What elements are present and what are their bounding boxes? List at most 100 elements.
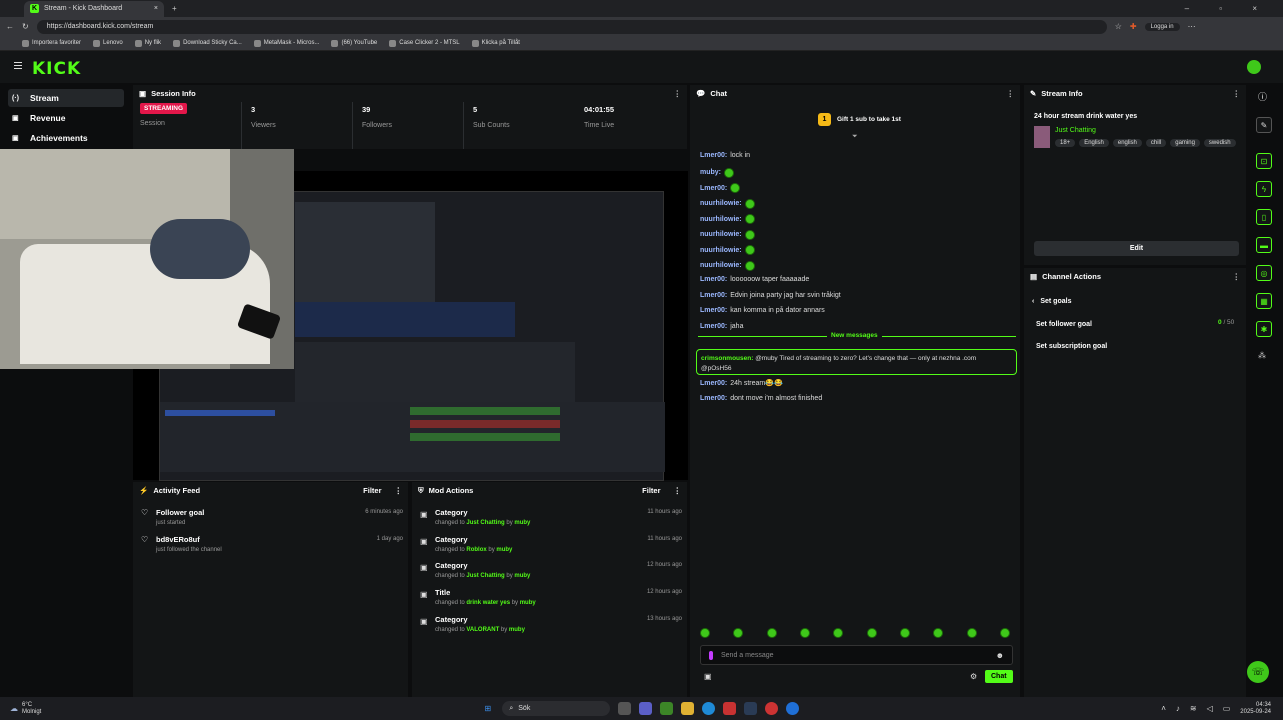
mod-user[interactable]: muby	[509, 627, 525, 633]
activity-menu-icon[interactable]: ⋮	[395, 486, 403, 495]
new-tab-icon[interactable]: +	[172, 4, 177, 13]
browser-tab[interactable]: K Stream - Kick Dashboard ×	[24, 0, 164, 17]
emote-icon[interactable]	[833, 628, 844, 638]
settings-icon[interactable]: ⚙	[970, 672, 977, 681]
mod-user[interactable]: muby	[520, 600, 536, 606]
avatar[interactable]	[1247, 60, 1261, 74]
window-controls[interactable]: – ▫ ×	[1185, 4, 1271, 13]
chat-menu-icon[interactable]: ⋮	[1007, 89, 1015, 98]
volume-icon[interactable]: ◁	[1207, 704, 1213, 713]
set-follower-goal[interactable]: Set follower goal	[1036, 321, 1092, 328]
emote-icon[interactable]	[700, 628, 710, 638]
taskbar-search[interactable]: ⌕ Sök	[502, 701, 611, 716]
mod-value[interactable]: VALORANT	[466, 627, 499, 633]
wifi-icon[interactable]: ≋	[1190, 704, 1197, 713]
xbox-icon[interactable]	[660, 702, 674, 715]
mod-menu-icon[interactable]: ⋮	[674, 486, 682, 495]
info-icon[interactable]: ⓘ	[1258, 90, 1267, 103]
kick-logo[interactable]: KICK	[32, 59, 81, 79]
chat-username[interactable]: Lmer00:	[700, 276, 727, 283]
scroll-down-icon[interactable]: ⏷	[852, 133, 858, 141]
windows-start-icon[interactable]: ⊞	[481, 702, 494, 715]
broadcast-rail-icon[interactable]: ◎	[1256, 265, 1272, 281]
mod-value[interactable]: Just Chatting	[466, 573, 504, 579]
stream-info-menu-icon[interactable]: ⋮	[1233, 89, 1241, 98]
extension-icon[interactable]: ✚	[1130, 22, 1137, 31]
emote-icon[interactable]	[933, 628, 944, 638]
chat-username[interactable]: Lmer00:	[700, 395, 727, 402]
emote-icon[interactable]	[966, 628, 977, 638]
close-tab-icon[interactable]: ×	[154, 5, 158, 12]
mod-filter-button[interactable]: Filter	[642, 486, 660, 495]
chat-username[interactable]: muby:	[700, 169, 721, 176]
mod-user[interactable]: muby	[514, 520, 530, 526]
folder-icon[interactable]	[681, 702, 695, 715]
wrench-rail-icon[interactable]: ✱	[1256, 321, 1272, 337]
back-icon[interactable]: ←	[6, 22, 14, 31]
app-icon[interactable]	[786, 702, 800, 715]
tag-pill[interactable]: swedish	[1203, 139, 1236, 147]
set-goals-back[interactable]: ‹ Set goals	[1032, 298, 1071, 305]
chrome-icon[interactable]	[765, 702, 779, 715]
chat-username[interactable]: Lmer00:	[700, 152, 727, 159]
edit-button[interactable]: Edit	[1034, 241, 1239, 256]
mod-value[interactable]: drink water yes	[466, 600, 510, 606]
bookmark-item[interactable]: MetaMask - Micros...	[253, 39, 319, 47]
chat-username[interactable]: nuurhilowie:	[700, 200, 742, 207]
battery-icon[interactable]: ▭	[1223, 704, 1231, 713]
login-button[interactable]: Logga in	[1144, 22, 1180, 31]
scene-rail-icon[interactable]: ⊡	[1256, 153, 1272, 169]
set-subscription-goal[interactable]: Set subscription goal	[1036, 343, 1107, 350]
star-icon[interactable]: ☆	[1115, 22, 1122, 31]
chat-username[interactable]: nuurhilowie:	[700, 231, 742, 238]
bookmark-item[interactable]: Case Clicker 2 - MTSL	[389, 39, 460, 47]
activity-filter-button[interactable]: Filter	[363, 486, 381, 495]
chat-username[interactable]: nuurhilowie:	[700, 247, 742, 254]
mod-user[interactable]: muby	[496, 547, 512, 553]
chat-username[interactable]: Lmer00:	[700, 292, 727, 299]
sidebar-item-revenue[interactable]: ▣ Revenue	[8, 109, 124, 127]
task-view-icon[interactable]	[618, 702, 632, 715]
emote-icon[interactable]	[766, 628, 777, 638]
mod-user[interactable]: muby	[514, 573, 530, 579]
emoji-icon[interactable]: ☻	[996, 651, 1004, 660]
edit-rail-icon[interactable]: ✎	[1256, 117, 1272, 133]
edge-icon[interactable]	[702, 702, 716, 715]
page-rail-icon[interactable]: ▯	[1256, 209, 1272, 225]
obs-app-icon[interactable]	[744, 702, 758, 715]
channel-actions-menu-icon[interactable]: ⋮	[1233, 272, 1241, 281]
chat-username[interactable]: Lmer00:	[700, 323, 727, 330]
chat-rail-icon[interactable]: ▬	[1256, 237, 1272, 253]
reload-icon[interactable]: ↻	[22, 22, 29, 31]
teams-icon[interactable]	[639, 702, 653, 715]
tag-pill[interactable]: gaming	[1170, 139, 1200, 147]
tag-pill[interactable]: english	[1112, 139, 1142, 147]
layout-rail-icon[interactable]: ▦	[1256, 293, 1272, 309]
emote-icon[interactable]	[899, 628, 910, 638]
lightning-rail-icon[interactable]: ϟ	[1256, 181, 1272, 197]
send-chat-button[interactable]: Chat	[985, 670, 1013, 683]
emote-icon[interactable]	[733, 628, 744, 638]
address-input[interactable]: https://dashboard.kick.com/stream	[36, 19, 1107, 34]
help-chat-icon[interactable]: ☏	[1247, 661, 1269, 683]
chat-username[interactable]: Lmer00:	[700, 307, 727, 314]
chat-username[interactable]: Lmer00:	[700, 185, 727, 192]
clock[interactable]: 04:34 2025-09-24	[1240, 702, 1271, 716]
emote-icon[interactable]	[999, 628, 1010, 638]
bookmark-item[interactable]: Ny flik	[134, 39, 161, 47]
sidebar-item-stream[interactable]: (·) Stream	[8, 89, 124, 107]
more-icon[interactable]: ⋯	[1188, 22, 1196, 31]
mod-value[interactable]: Just Chatting	[466, 520, 504, 526]
bookmark-item[interactable]: Lenovo	[93, 39, 123, 47]
weather-widget[interactable]: ☁ 6°C Molnigt	[10, 702, 41, 716]
tray-chevron-icon[interactable]: ˄	[1161, 704, 1166, 713]
chat-username[interactable]: nuurhilowie:	[700, 262, 742, 269]
mod-value[interactable]: Roblox	[466, 547, 486, 553]
menu-icon[interactable]	[14, 62, 22, 69]
gift-box-icon[interactable]: ▣	[704, 672, 712, 681]
chat-username[interactable]: Lmer00:	[700, 380, 727, 387]
emote-icon[interactable]	[799, 628, 810, 638]
highlight-user[interactable]: crimsonmousen:	[701, 355, 753, 362]
tag-pill[interactable]: 18+	[1055, 139, 1076, 147]
bookmark-item[interactable]: Klicka på Tillåt	[471, 39, 520, 47]
